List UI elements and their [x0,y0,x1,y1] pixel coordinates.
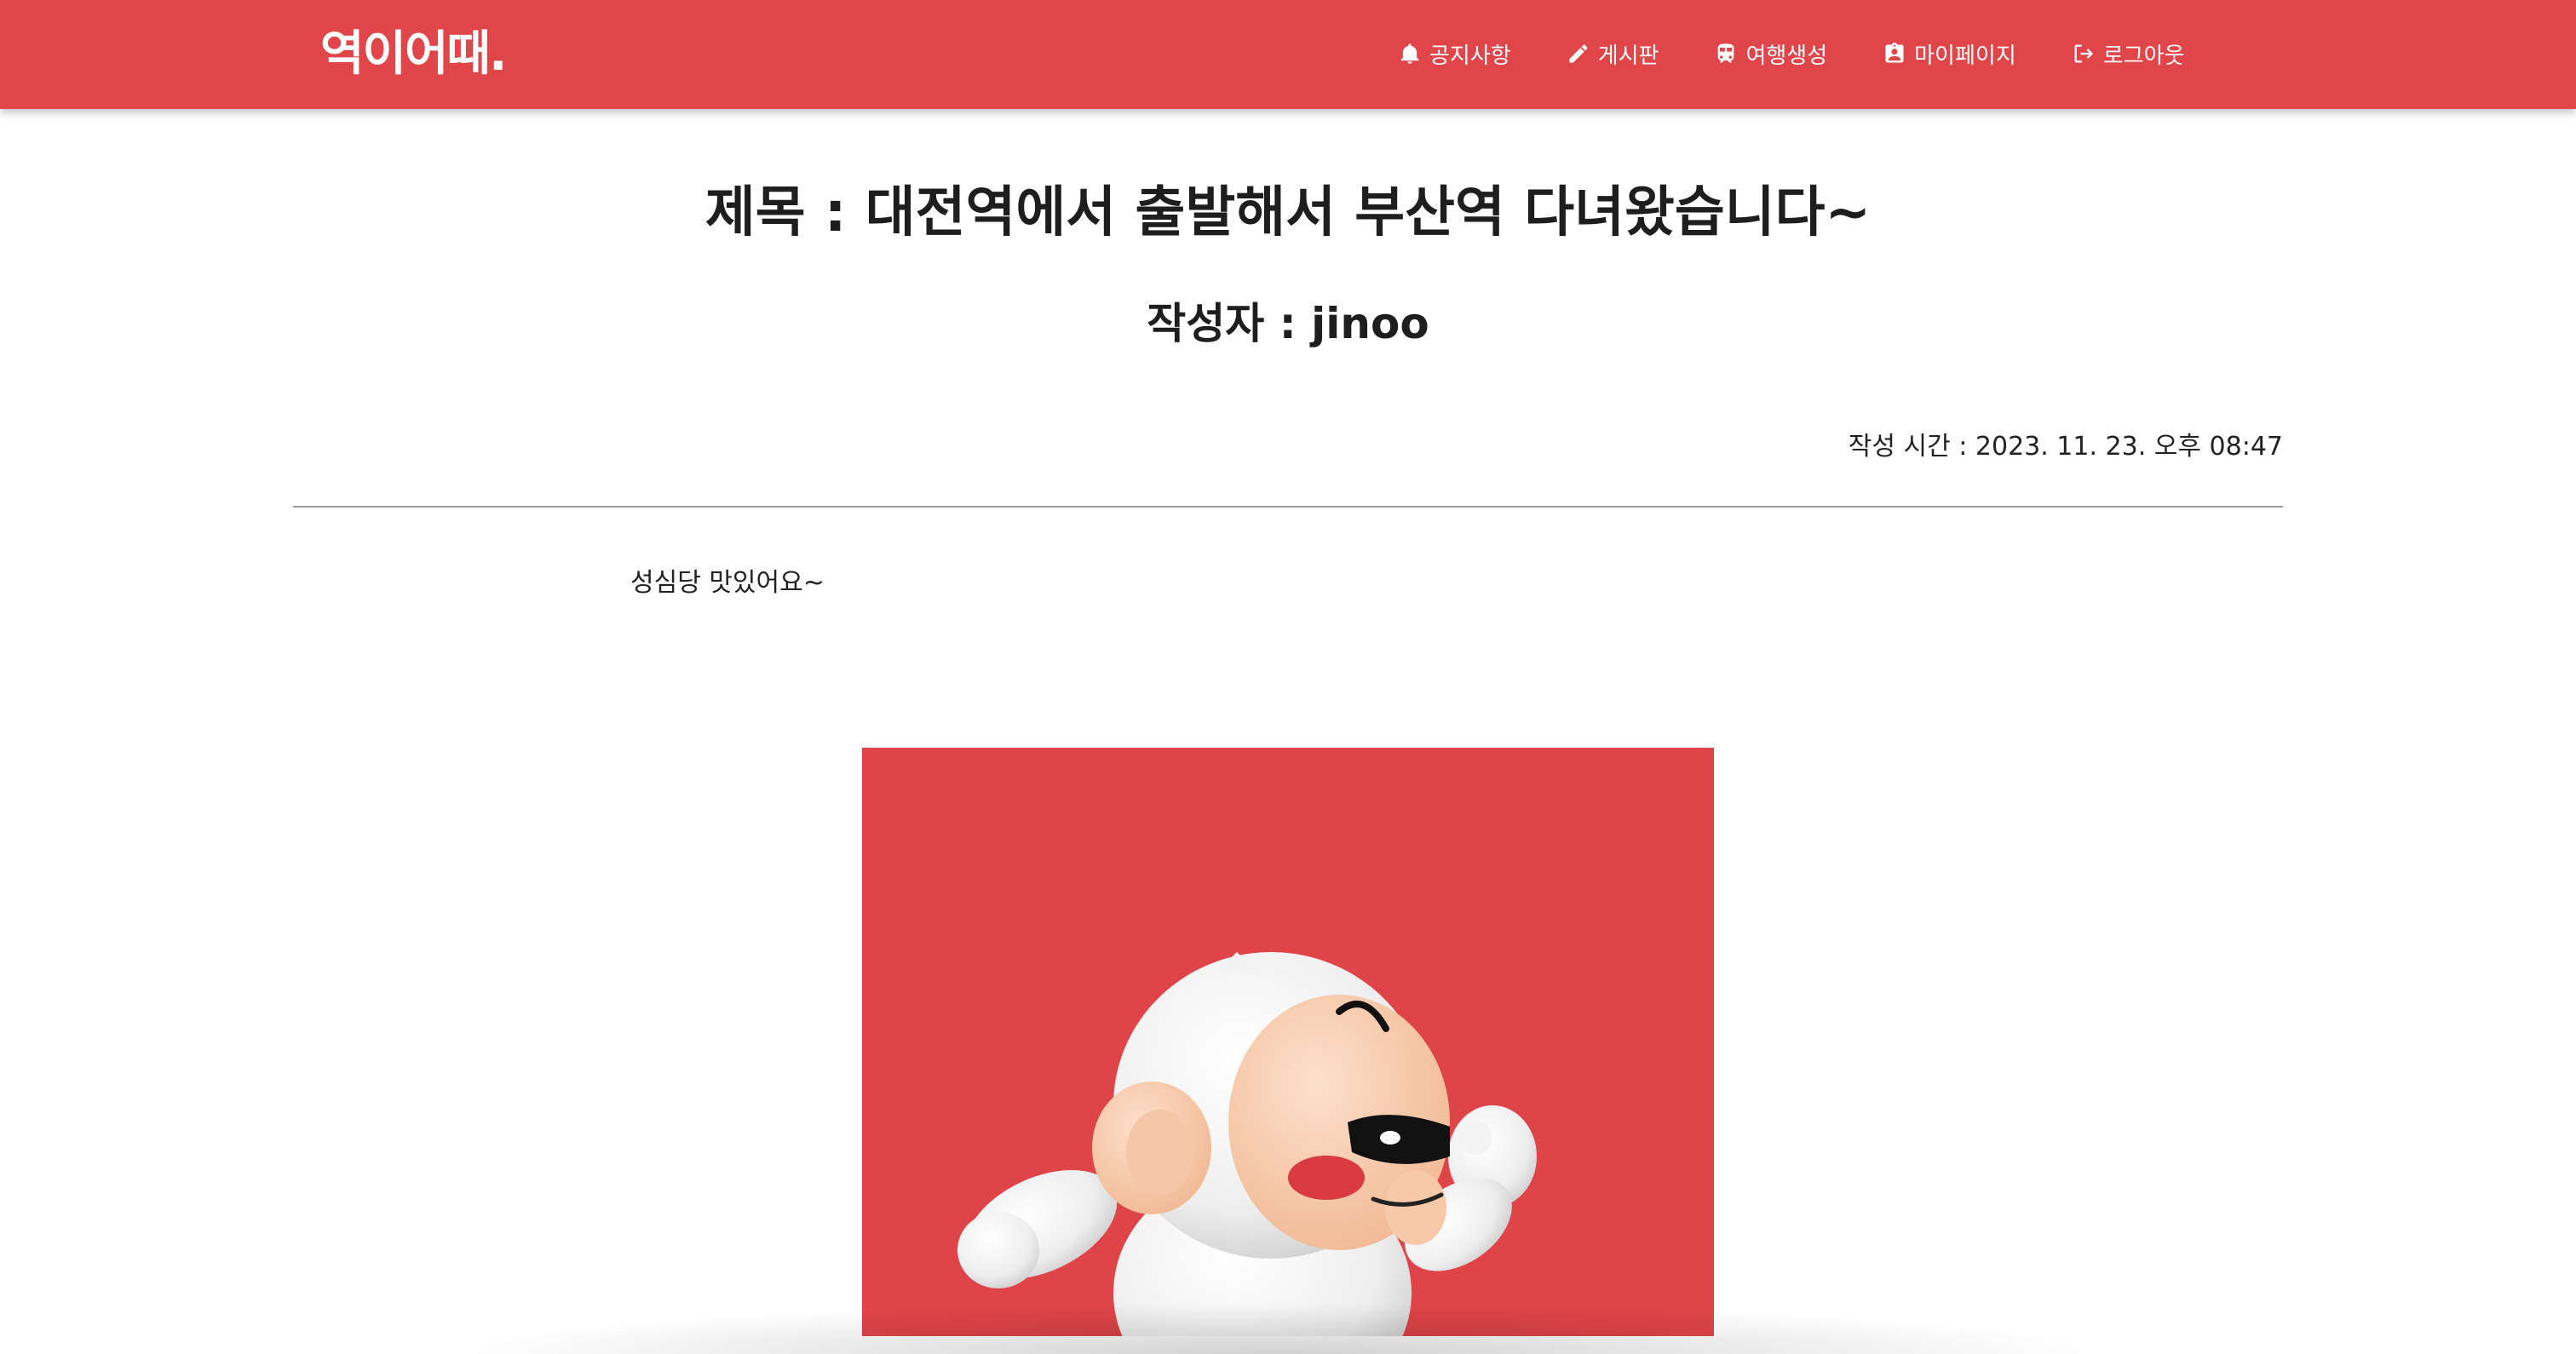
train-icon [1713,41,1739,66]
nav-notice[interactable]: 공지사항 [1397,38,1511,70]
nav-logout[interactable]: 로그아웃 [2071,38,2185,70]
contact-card-icon [1882,41,1907,66]
post-timestamp: 작성 시간 : 2023. 11. 23. 오후 08:47 [1849,426,2283,468]
nav-mypage-label: 마이페이지 [1914,43,2016,69]
bell-icon [1397,41,1423,66]
logout-icon [2071,41,2096,66]
top-navbar: 역이어때. 공지사항 게시판 여행생성 마이페이지 로그아웃 [0,0,2576,109]
post-body-text: 성심당 맛있어요~ [630,568,825,598]
nav-board-label: 게시판 [1597,43,1659,69]
nav-logout-label: 로그아웃 [2102,43,2185,69]
nav-create-trip[interactable]: 여행생성 [1713,38,1827,70]
site-logo[interactable]: 역이어때. [320,20,507,89]
author-name: jinoo [1311,299,1429,348]
author-label: 작성자 : [1147,299,1312,348]
nav-mypage[interactable]: 마이페이지 [1882,38,2016,70]
monkey-mascot-image [957,952,1537,1336]
post-author: 작성자 : jinoo [0,290,2576,358]
post-image [862,748,1714,1336]
time-label: 작성 시간 : [1848,432,1975,462]
post-title: 제목 : 대전역에서 출발해서 부산역 다녀왔습니다~ [704,181,1872,244]
nav-notice-label: 공지사항 [1429,43,1511,69]
divider [293,506,2283,508]
nav-menu: 공지사항 게시판 여행생성 마이페이지 로그아웃 [1397,32,2184,75]
pencil-icon [1566,41,1591,66]
time-value: 2023. 11. 23. 오후 08:47 [1975,432,2283,462]
nav-board[interactable]: 게시판 [1566,38,1659,70]
nav-create-trip-label: 여행생성 [1745,43,1828,69]
